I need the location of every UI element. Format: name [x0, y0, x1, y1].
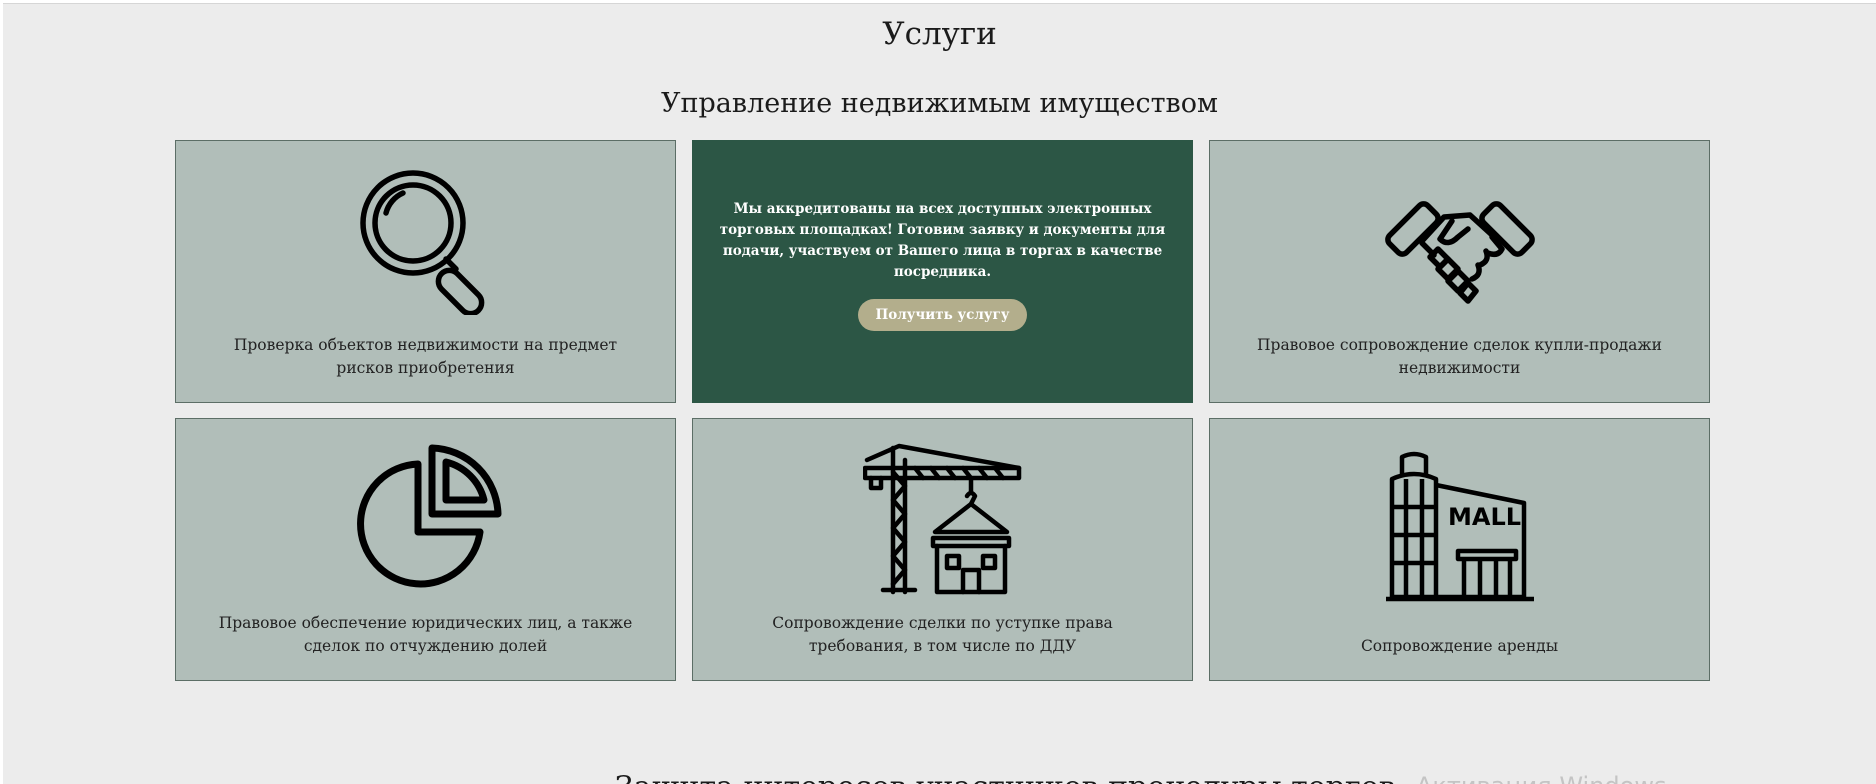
section-subtitle: Управление недвижимым имуществом [661, 88, 1218, 119]
service-label: Сопровождение аренды [1360, 637, 1559, 655]
service-label: Сопровождение сделки по уступке права тр… [772, 614, 1113, 655]
get-service-button[interactable]: Получить услугу [857, 298, 1028, 331]
service-card-rights-assignment[interactable]: Сопровождение сделки по уступке права тр… [692, 418, 1193, 681]
mall-icon: MALL [1210, 451, 1709, 602]
services-grid: Проверка объектов недвижимости на предме… [175, 140, 1710, 681]
magnifier-icon [176, 169, 675, 315]
os-activation-watermark: Активация Windows [1416, 772, 1666, 784]
construction-crane-icon [693, 443, 1192, 595]
service-card-property-check[interactable]: Проверка объектов недвижимости на предме… [175, 140, 676, 403]
service-label: Правовое обеспечение юридических лиц, а … [218, 614, 633, 655]
service-label: Правовое сопровождение сделок купли-прод… [1257, 336, 1662, 377]
section-title: Услуги [882, 16, 997, 52]
handshake-icon [1210, 169, 1709, 315]
service-card-auction-promo: Мы аккредитованы на всех доступных элект… [692, 140, 1193, 403]
service-card-lease-support[interactable]: MALL Сопровождение аренды [1209, 418, 1710, 681]
pie-chart-icon [176, 444, 675, 593]
mall-sign: MALL [1448, 503, 1521, 531]
page: Услуги Управление недвижимым имуществом … [3, 3, 1876, 784]
promo-text: Мы аккредитованы на всех доступных элект… [719, 200, 1166, 280]
next-section-heading: Защита интересов участников процедуры то… [615, 770, 1396, 784]
service-card-sale-support[interactable]: Правовое сопровождение сделок купли-прод… [1209, 140, 1710, 403]
service-label: Проверка объектов недвижимости на предме… [233, 336, 618, 377]
service-card-legal-entities[interactable]: Правовое обеспечение юридических лиц, а … [175, 418, 676, 681]
